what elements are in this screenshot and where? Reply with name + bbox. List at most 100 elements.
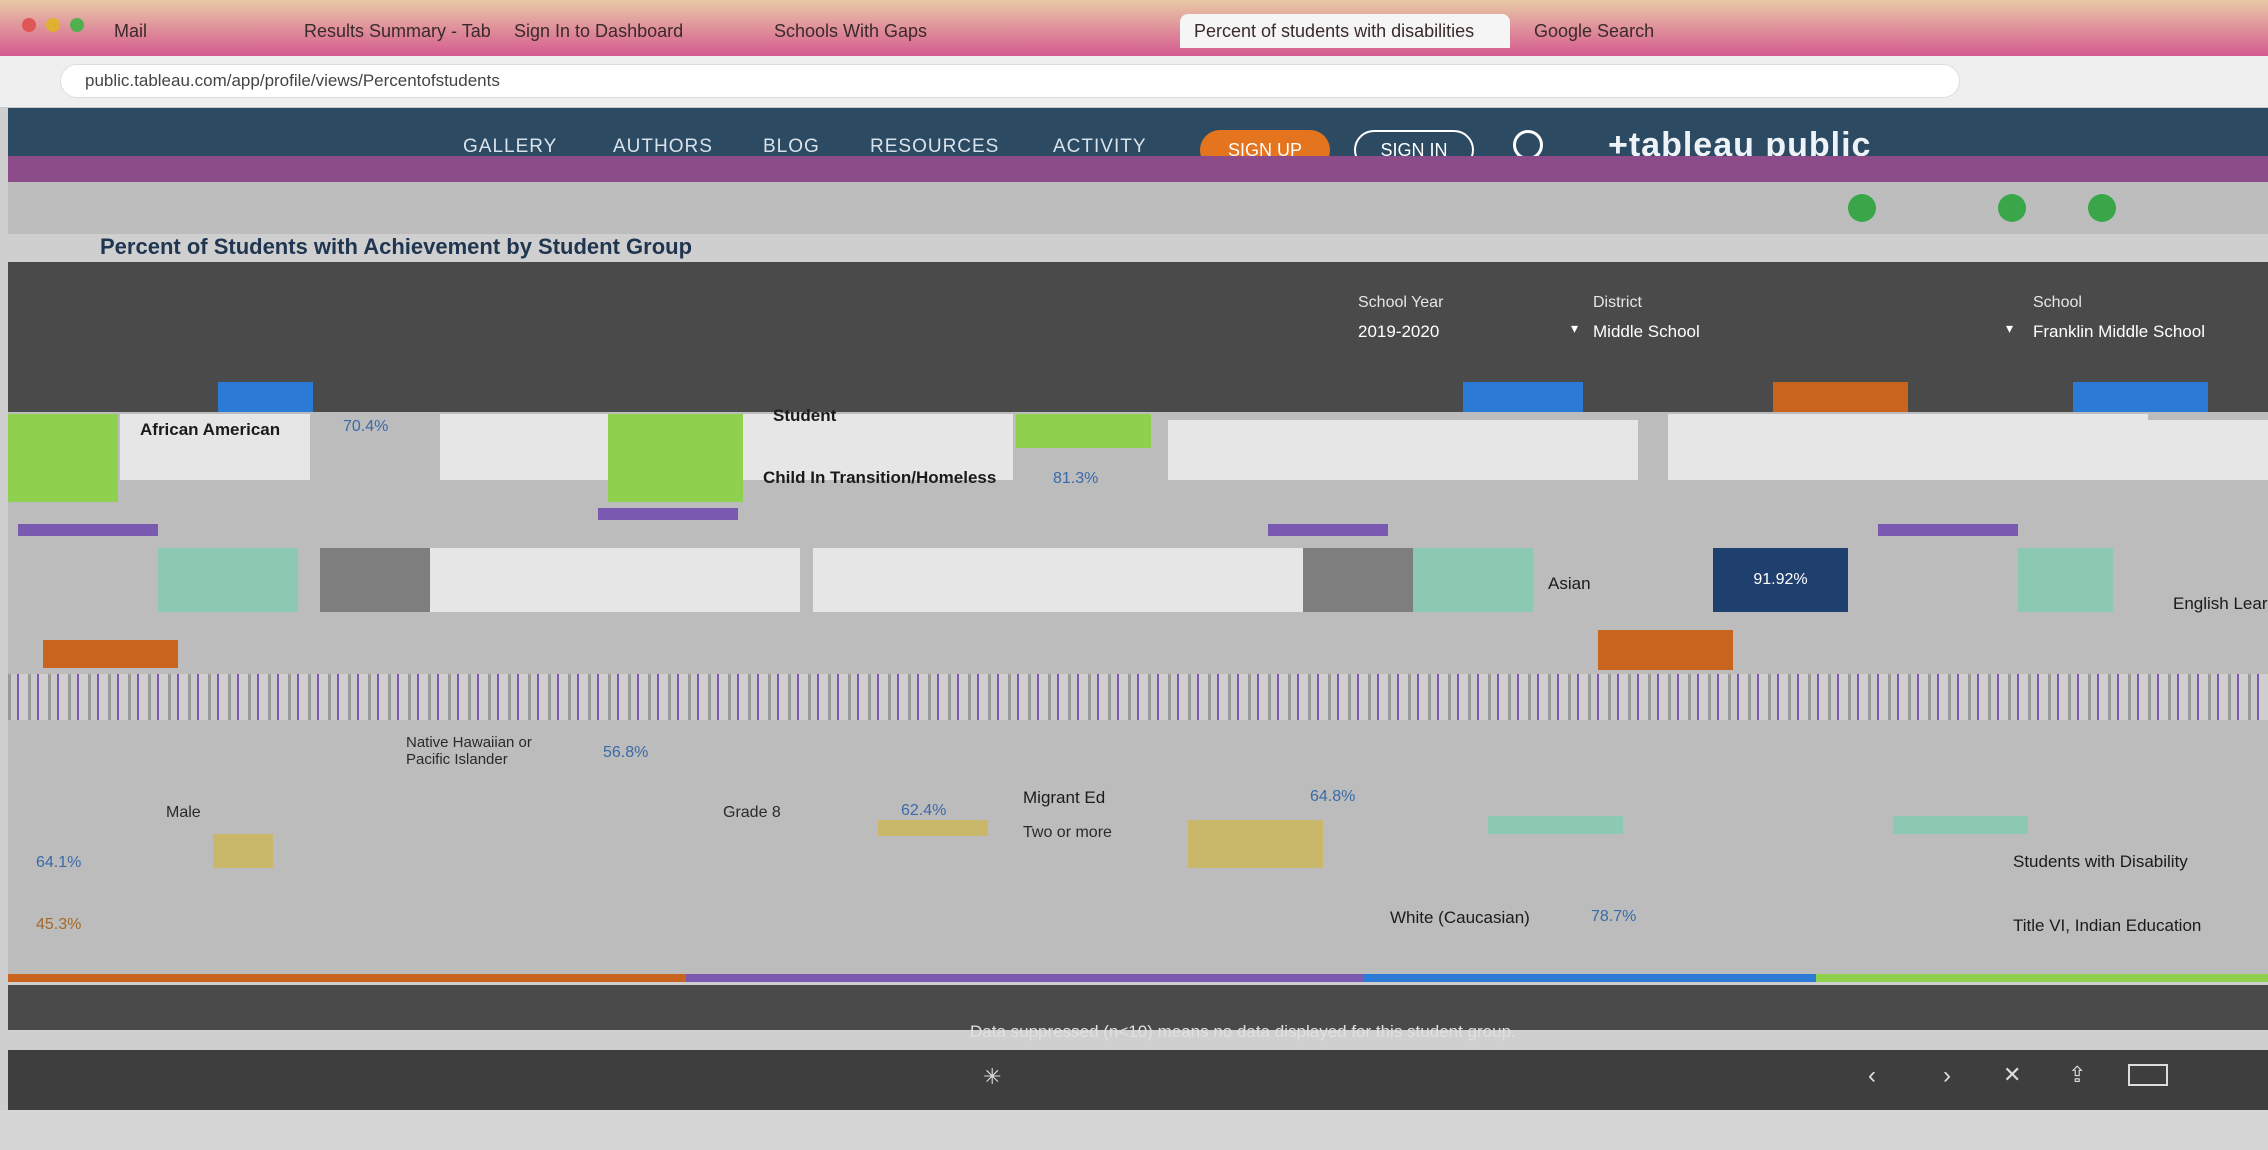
redo-icon[interactable]: › (1943, 1062, 1951, 1090)
group-value: 56.8% (603, 744, 649, 761)
group-tile[interactable] (440, 414, 610, 480)
viz-toolbar (8, 182, 2268, 234)
nav-resources[interactable]: RESOURCES (870, 136, 999, 158)
legend-stripe (18, 524, 158, 536)
nav-blog[interactable]: BLOG (763, 136, 820, 158)
group-color-swatch (1188, 820, 1323, 868)
group-tile[interactable] (1668, 414, 2148, 480)
group-value: 81.3% (1053, 470, 1099, 487)
nav-gallery[interactable]: GALLERY (463, 136, 557, 158)
tab-label: Results Summary - Tableau (304, 20, 490, 41)
chevron-down-icon[interactable]: ▾ (2006, 320, 2013, 337)
selected-value-badge[interactable]: 91.92% (1713, 548, 1848, 612)
group-value: 78.7% (1591, 908, 1637, 925)
group-name: Student (773, 406, 837, 425)
group-tile[interactable]: African American (120, 414, 310, 480)
minimize-window-icon[interactable] (46, 18, 60, 32)
nav-authors[interactable]: AUTHORS (613, 136, 713, 158)
tab-6[interactable]: Google Search (1520, 14, 1820, 48)
tab-label: Google Search (1534, 20, 1655, 41)
filter-value: Middle School (1593, 322, 1700, 341)
tableau-mark-icon[interactable]: ✳ (983, 1064, 1001, 1090)
left-value: 45.3% (36, 916, 82, 933)
profile-band (8, 156, 2268, 182)
filter-value: 2019-2020 (1358, 322, 1440, 341)
url-input[interactable]: public.tableau.com/app/profile/views/Per… (60, 64, 1960, 98)
group-name: Child In Transition/Homeless (763, 468, 997, 487)
group-name: English Learner (2173, 594, 2268, 613)
group-name: African American (140, 420, 281, 439)
chevron-down-icon[interactable]: ▾ (1571, 320, 1578, 337)
group-name: Migrant Ed (1023, 788, 1106, 807)
viz-title: Percent of Students with Achievement by … (100, 234, 693, 259)
footnote: Data suppressed (n<10) means no data dis… (970, 1022, 1516, 1041)
group-color-swatch (1488, 816, 1623, 834)
group-value: 64.8% (1310, 788, 1356, 805)
group-value: 91.92% (1753, 571, 1808, 588)
filter-bar: School Year 2019-2020 ▾ District Middle … (8, 262, 2268, 412)
group-value: 62.4% (901, 802, 947, 819)
maximize-window-icon[interactable] (70, 18, 84, 32)
group-color-swatch (320, 548, 430, 612)
group-color-swatch (1016, 414, 1151, 448)
group-accent (218, 382, 313, 412)
tab-label: Percent of students with disabilities (1194, 20, 1475, 41)
revert-icon[interactable]: ✕ (2003, 1062, 2021, 1088)
filter-label: School (2033, 294, 2082, 311)
undo-icon[interactable]: ‹ (1868, 1062, 1876, 1090)
group-accent (1598, 630, 1733, 670)
filter-district[interactable]: District Middle School ▾ (1593, 294, 2013, 342)
favorite-icon[interactable] (1998, 194, 2026, 222)
viz-bottom-toolbar: ✳ ‹ › ✕ ⇪ (8, 1050, 2268, 1110)
group-accent (1463, 382, 1583, 412)
group-name: White (Caucasian) (1390, 908, 1530, 927)
bottom-strip (8, 974, 2268, 982)
nav-activity[interactable]: ACTIVITY (1053, 136, 1147, 158)
group-accent (2073, 382, 2208, 412)
filter-value: Franklin Middle School (2033, 322, 2205, 341)
filter-school[interactable]: School Franklin Middle School (2033, 294, 2263, 342)
group-name: Native Hawaiian or Pacific Islander (406, 734, 532, 768)
group-value: 70.4% (343, 418, 389, 435)
share-icon[interactable]: ⇪ (2068, 1062, 2086, 1088)
group-tile[interactable] (2148, 420, 2268, 480)
tab-3[interactable]: Sign In to Dashboard (500, 14, 740, 48)
browser-tab-bar: Mail Results Summary - Tableau Sign In t… (0, 0, 2268, 56)
group-color-swatch (1413, 548, 1533, 612)
close-window-icon[interactable] (22, 18, 36, 32)
group-name: Two or more (1023, 824, 1112, 841)
tab-label: Mail (114, 20, 148, 41)
url-text: public.tableau.com/app/profile/views/Per… (85, 71, 500, 90)
group-tile[interactable] (813, 548, 1303, 612)
group-strip (8, 674, 2268, 720)
page-bottom (0, 1110, 2268, 1150)
group-color-swatch (8, 414, 118, 502)
tab-1[interactable]: Mail (100, 14, 280, 48)
group-name: Asian (1548, 574, 1591, 593)
filter-label: School Year (1358, 294, 1444, 311)
group-color-swatch (213, 834, 273, 868)
filter-label: District (1593, 294, 1642, 311)
download-icon[interactable] (2088, 194, 2116, 222)
group-color-swatch (608, 414, 743, 502)
tab-label: Schools With Gaps (774, 20, 928, 41)
filter-school-year[interactable]: School Year 2019-2020 ▾ (1358, 294, 1578, 342)
group-name: Grade 8 (723, 804, 781, 821)
legend-stripe (598, 508, 738, 520)
group-name: Students with Disability (2013, 852, 2188, 871)
group-accent (43, 640, 178, 668)
address-bar-row: public.tableau.com/app/profile/views/Per… (0, 56, 2268, 108)
legend-stripe (1878, 524, 2018, 536)
group-color-swatch (1893, 816, 2028, 834)
viz-content: African American 70.4% Student Child In … (8, 406, 2268, 982)
window-controls[interactable] (22, 18, 84, 32)
fullscreen-icon[interactable] (2128, 1064, 2168, 1086)
legend-stripe (1268, 524, 1388, 536)
share-icon[interactable] (1848, 194, 1876, 222)
tab-2[interactable]: Results Summary - Tableau (290, 14, 490, 48)
group-tile[interactable] (430, 548, 800, 612)
group-tile[interactable] (1168, 420, 1638, 480)
tab-4[interactable]: Schools With Gaps (760, 14, 990, 48)
left-value: 64.1% (36, 854, 82, 871)
tab-active[interactable]: Percent of students with disabilities (1180, 14, 1510, 48)
